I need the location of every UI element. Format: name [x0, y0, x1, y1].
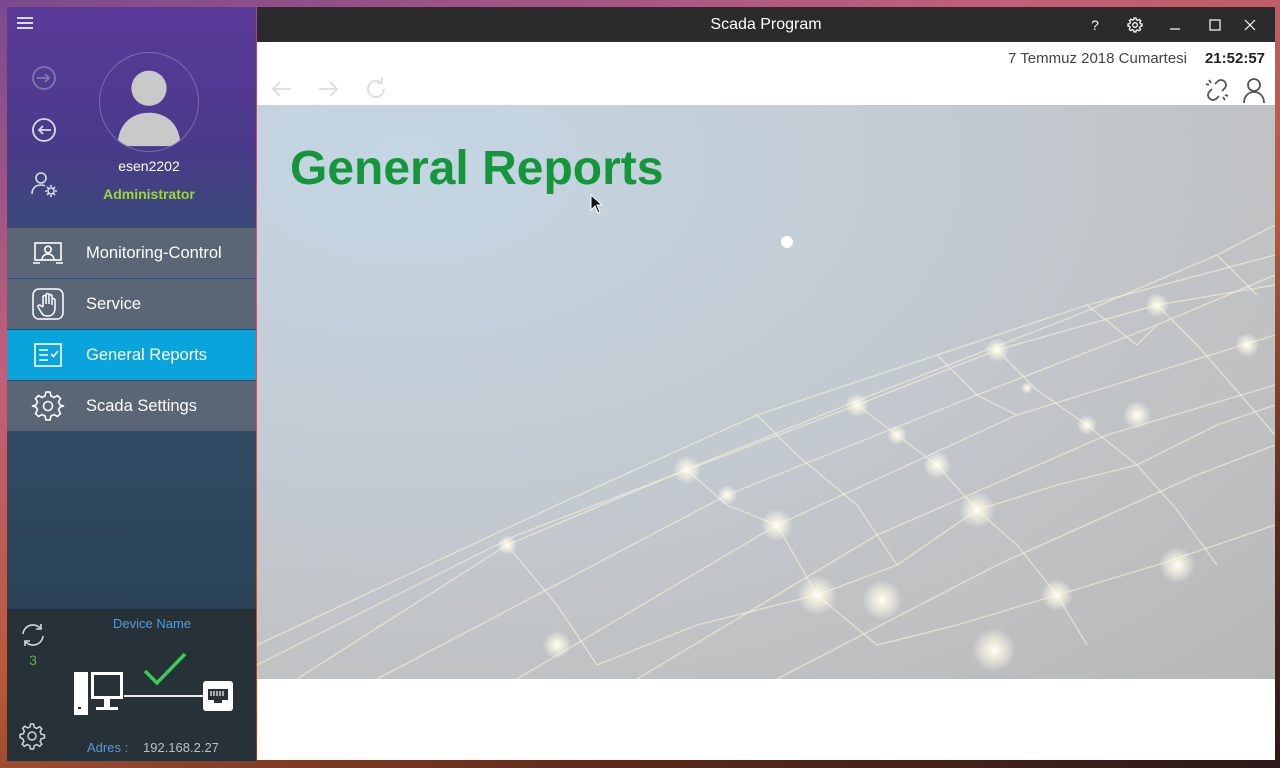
- left-panel: esen2202 Administrator Monitoring-Contro…: [7, 7, 256, 761]
- report-checklist-icon: [31, 338, 65, 372]
- device-settings-icon[interactable]: [18, 722, 46, 750]
- nav-label: General Reports: [86, 345, 208, 364]
- current-time: 21:52:57: [1204, 50, 1265, 67]
- broken-link-icon: [1205, 79, 1229, 101]
- current-date: 7 Temmuz 2018 Cumartesi: [1008, 50, 1187, 67]
- connection-status-panel: 3 Device Name Adres: 192.168.2.27: [7, 609, 256, 761]
- back-button[interactable]: [269, 76, 295, 102]
- nav-item-general-reports[interactable]: General Reports: [7, 330, 256, 380]
- toolbar: 7 Temmuz 2018 Cumartesi 21:52:57: [257, 42, 1275, 105]
- title-bar: Scada Program ?: [257, 7, 1275, 42]
- sync-count: 3: [29, 652, 37, 668]
- username: esen2202: [118, 158, 180, 174]
- reload-button[interactable]: [363, 76, 389, 102]
- main-navigation: Monitoring-Control Service General Repor…: [7, 228, 256, 432]
- gear-icon: [1127, 16, 1143, 33]
- nav-item-service[interactable]: Service: [7, 279, 256, 329]
- hand-icon: [31, 287, 65, 321]
- gear-icon: [31, 389, 65, 423]
- connection-line: [124, 695, 206, 697]
- window-settings-button[interactable]: [1117, 7, 1153, 42]
- hamburger-menu-icon[interactable]: [17, 17, 33, 31]
- nav-item-scada-settings[interactable]: Scada Settings: [7, 381, 256, 431]
- page-title: General Reports: [290, 142, 664, 195]
- user-role: Administrator: [103, 186, 195, 202]
- nav-item-monitoring-control[interactable]: Monitoring-Control: [7, 228, 256, 278]
- minimize-button[interactable]: [1157, 7, 1193, 42]
- logout-icon[interactable]: [29, 115, 59, 145]
- login-icon[interactable]: [29, 63, 59, 93]
- arrow-right-icon: [319, 81, 339, 97]
- close-button[interactable]: [1232, 7, 1268, 42]
- nav-label: Scada Settings: [86, 396, 197, 415]
- maximize-icon: [1209, 18, 1221, 31]
- refresh-icon[interactable]: [19, 621, 47, 649]
- nav-label: Service: [86, 294, 142, 313]
- reports-content-area: General Reports: [257, 105, 1275, 679]
- monitor-user-icon: [31, 236, 65, 270]
- forward-button[interactable]: [315, 76, 341, 102]
- device-name-label: Device Name: [112, 616, 192, 631]
- user-icon: [1243, 78, 1265, 104]
- main-window: Scada Program ? 7 Temmuz 2018 Cumartesi …: [257, 7, 1275, 760]
- minimize-icon: [1170, 27, 1180, 30]
- arrow-left-icon: [271, 81, 291, 97]
- avatar: [99, 52, 199, 152]
- maximize-button[interactable]: [1197, 7, 1233, 42]
- reload-icon: [367, 78, 385, 98]
- address-value: 192.168.2.27: [143, 740, 219, 755]
- help-button[interactable]: ?: [1077, 7, 1113, 42]
- address-label: Adres :: [87, 740, 129, 755]
- nav-label: Monitoring-Control: [86, 243, 222, 262]
- connected-check-icon: [142, 651, 188, 687]
- user-settings-icon[interactable]: [29, 169, 59, 199]
- connection-link-button[interactable]: [1203, 76, 1231, 104]
- user-account-button[interactable]: [1240, 76, 1268, 104]
- close-icon: [1244, 19, 1256, 30]
- mouse-cursor-icon: [590, 194, 604, 214]
- computer-icon: [73, 669, 125, 719]
- ethernet-port-icon: [203, 681, 233, 711]
